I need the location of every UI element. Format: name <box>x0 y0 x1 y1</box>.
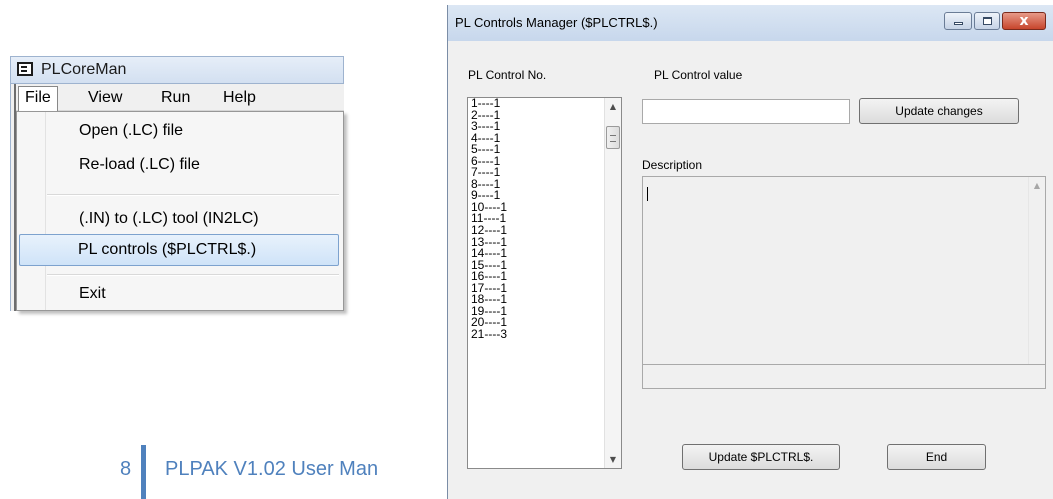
control-value-input[interactable] <box>642 99 850 124</box>
description-textarea[interactable]: ▲ <box>642 176 1046 374</box>
plcoreman-title-bar: PLCoreMan <box>10 56 344 84</box>
plcoreman-title: PLCoreMan <box>41 61 127 78</box>
menu-view[interactable]: View <box>81 88 129 108</box>
pl-controls-manager-window: PL Controls Manager ($PLCTRL$.) x PL Con… <box>447 5 1053 499</box>
maximize-icon[interactable] <box>974 12 1000 30</box>
scroll-down-arrow-icon[interactable]: ▼ <box>605 451 621 468</box>
app-window-icon <box>17 62 33 76</box>
menu-item-label: PL controls ($PLCTRL$.) <box>78 241 257 258</box>
update-changes-button[interactable]: Update changes <box>859 98 1019 124</box>
window-title: PL Controls Manager ($PLCTRL$.) <box>455 15 658 30</box>
description-footer-bar <box>642 364 1046 389</box>
minimize-icon[interactable] <box>944 12 972 30</box>
menu-item-label: (.IN) to (.LC) tool (IN2LC) <box>79 210 259 227</box>
menu-help[interactable]: Help <box>216 88 263 108</box>
control-value-label: PL Control value <box>654 68 743 82</box>
menu-file[interactable]: File <box>18 86 58 111</box>
scroll-up-arrow-icon[interactable]: ▲ <box>605 98 621 115</box>
close-icon[interactable]: x <box>1002 12 1046 30</box>
menu-item-pl-controls[interactable]: PL controls ($PLCTRL$.) <box>19 234 339 266</box>
menu-separator <box>47 194 339 196</box>
menu-item-open-lc-file[interactable]: Open (.LC) file <box>19 116 339 146</box>
window-title-bar[interactable]: PL Controls Manager ($PLCTRL$.) x <box>448 5 1053 41</box>
menu-item-exit[interactable]: Exit <box>19 279 339 309</box>
list-scrollbar[interactable]: ▲ ▼ <box>604 98 621 468</box>
description-label: Description <box>642 158 703 172</box>
footer-accent-bar <box>141 445 146 499</box>
control-number-list: 1----1 2----1 3----1 4----1 5----1 6----… <box>471 97 603 341</box>
plcoreman-window: PLCoreMan File View Run Help Open (.LC) … <box>10 56 344 311</box>
menu-item-in-to-lc-tool[interactable]: (.IN) to (.LC) tool (IN2LC) <box>19 204 339 234</box>
menu-item-reload-lc-file[interactable]: Re-load (.LC) file <box>19 150 339 180</box>
menu-item-label: Open (.LC) file <box>79 122 184 139</box>
scrollbar-thumb[interactable] <box>606 126 620 149</box>
text-caret <box>647 187 648 201</box>
menu-bar: File View Run Help <box>16 84 344 111</box>
page-number: 8 <box>120 458 132 480</box>
menu-separator <box>47 274 339 276</box>
scroll-up-arrow-icon[interactable]: ▲ <box>1029 177 1045 194</box>
end-button[interactable]: End <box>887 444 986 470</box>
control-no-label: PL Control No. <box>468 68 547 82</box>
close-glyph: x <box>1019 13 1029 29</box>
file-menu-dropdown: Open (.LC) file Re-load (.LC) file (.IN)… <box>16 111 344 311</box>
footer-text: PLPAK V1.02 User Man <box>165 458 379 480</box>
list-item[interactable]: 21----3 <box>471 328 603 341</box>
control-number-listbox[interactable]: 1----1 2----1 3----1 4----1 5----1 6----… <box>467 97 622 469</box>
update-plctrl-button[interactable]: Update $PLCTRL$. <box>682 444 840 470</box>
menu-item-label: Re-load (.LC) file <box>79 156 200 173</box>
menu-item-label: Exit <box>79 285 106 302</box>
menu-run[interactable]: Run <box>154 88 197 108</box>
description-scrollbar[interactable]: ▲ <box>1028 177 1045 373</box>
